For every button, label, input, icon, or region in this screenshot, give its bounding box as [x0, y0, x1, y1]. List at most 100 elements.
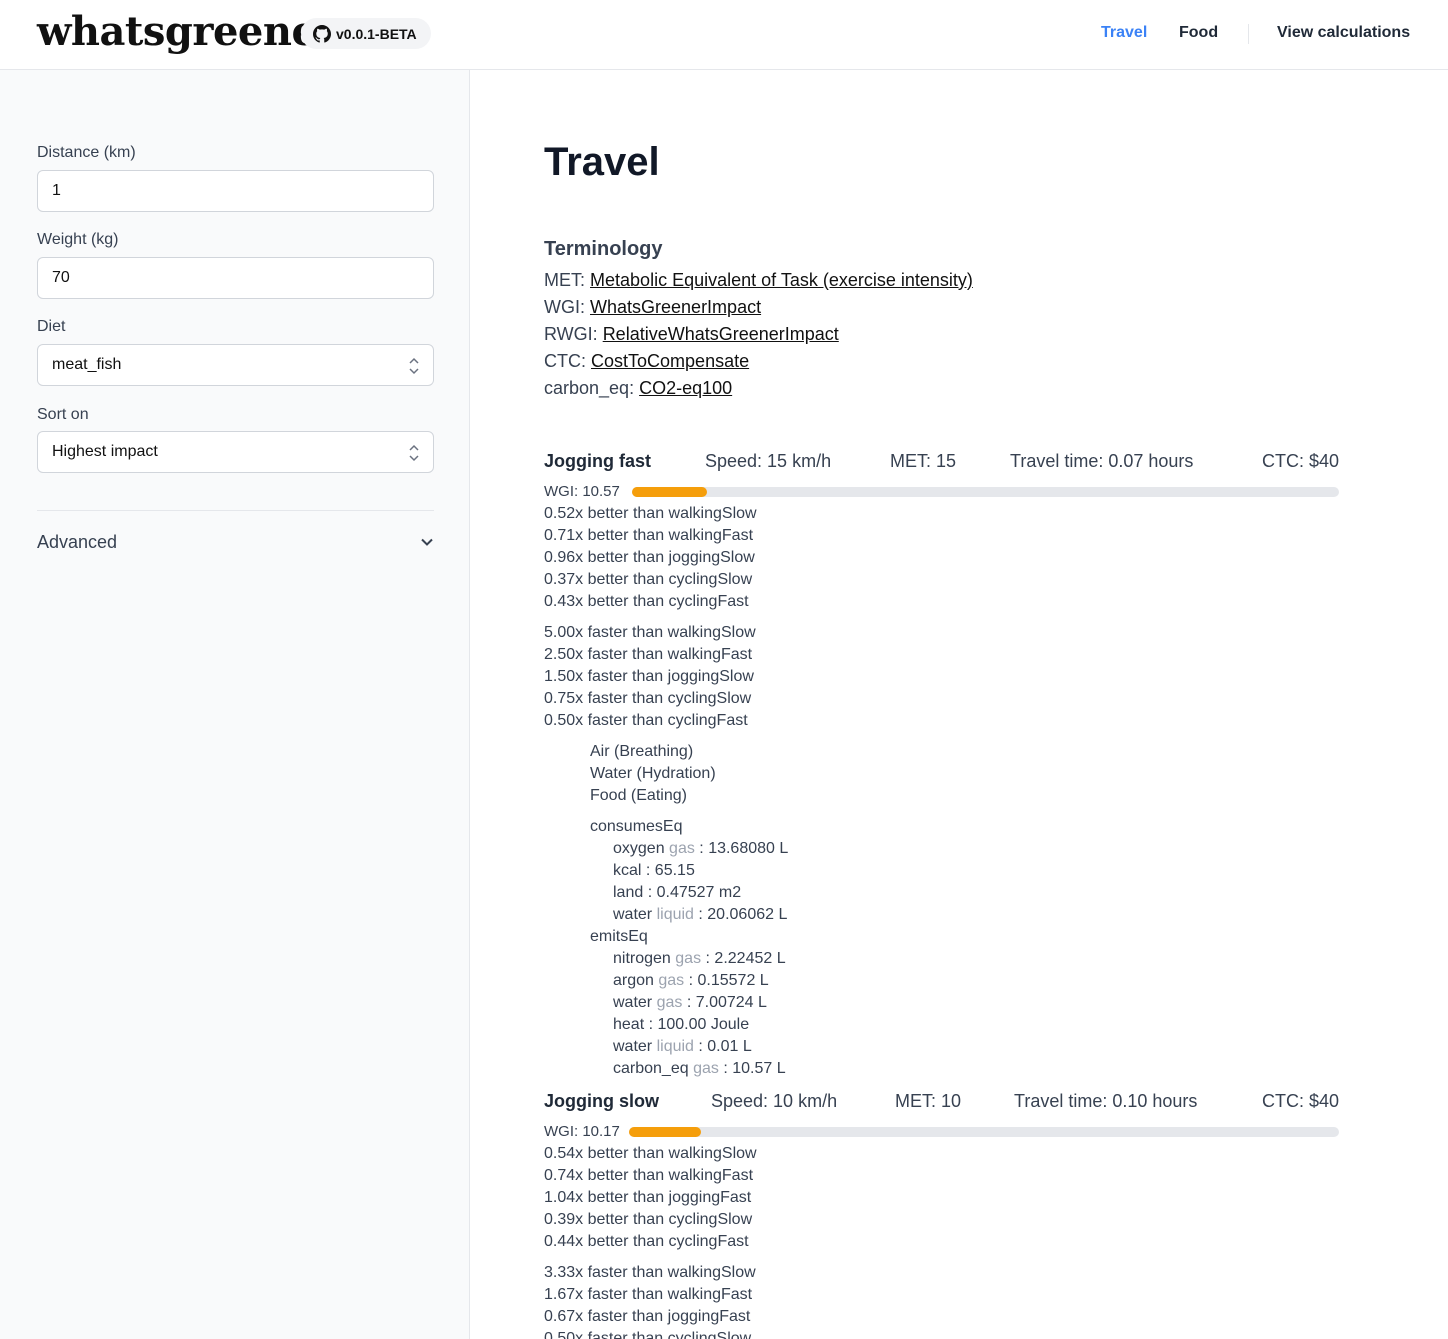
faster-item: 0.50x faster than cyclingSlow [544, 1330, 752, 1339]
consumes-item: kcal : 65.15 [613, 862, 695, 879]
faster-list: 3.33x faster than walkingSlow 1.67x fast… [544, 1262, 1339, 1339]
term-key: carbon_eq: [544, 378, 635, 398]
distance-label: Distance (km) [37, 144, 136, 161]
faster-item: 3.33x faster than walkingSlow [544, 1264, 756, 1281]
better-item: 0.39x better than cyclingSlow [544, 1211, 753, 1228]
better-item: 0.71x better than walkingFast [544, 527, 754, 544]
faster-list: 5.00x faster than walkingSlow 2.50x fast… [544, 622, 1339, 732]
card-travel-time: Travel time: 0.10 hours [1014, 1091, 1198, 1111]
emits-item: heat : 100.00 Joule [613, 1016, 750, 1033]
advanced-toggle[interactable]: Advanced [37, 532, 117, 553]
better-list: 0.54x better than walkingSlow 0.74x bett… [544, 1143, 1339, 1253]
nav-view-calculations[interactable]: View calculations [1277, 24, 1410, 42]
diet-label: Diet [37, 318, 66, 335]
top-header: whatsgreener v0.0.1-BETA Travel Food Vie… [0, 0, 1448, 70]
wgi-row: WGI: 10.57 [544, 481, 1339, 503]
sidebar-divider [37, 510, 434, 511]
better-item: 0.37x better than cyclingSlow [544, 571, 753, 588]
wgi-bar-fill [629, 1127, 702, 1137]
faster-item: 1.67x faster than walkingFast [544, 1286, 753, 1303]
sort-select[interactable]: Highest impact [37, 431, 434, 473]
select-arrows-icon [409, 444, 419, 462]
term-link-wgi[interactable]: WhatsGreenerImpact [590, 297, 761, 317]
card-name: Jogging slow [544, 1091, 659, 1111]
faster-item: 5.00x faster than walkingSlow [544, 624, 756, 641]
better-list: 0.52x better than walkingSlow 0.71x bett… [544, 503, 1339, 613]
sort-selected-value: Highest impact [52, 443, 158, 460]
weight-label: Weight (kg) [37, 231, 119, 248]
wgi-bar [629, 1127, 1339, 1137]
emits-item: water liquid : 0.01 L [613, 1038, 752, 1055]
github-icon [313, 24, 331, 43]
source-item: Air (Breathing) [590, 743, 694, 760]
diet-select[interactable]: meat_fish [37, 344, 434, 386]
term-met: MET: Metabolic Equivalent of Task (exerc… [544, 270, 973, 291]
better-item: 0.96x better than joggingSlow [544, 549, 755, 566]
term-ctc: CTC: CostToCompensate [544, 351, 749, 372]
sources-list: Air (Breathing) Water (Hydration) Food (… [544, 741, 1339, 807]
card-met: MET: 10 [895, 1091, 962, 1111]
distance-input[interactable]: 1 [37, 170, 434, 212]
faster-item: 1.50x faster than joggingSlow [544, 668, 754, 685]
term-key: WGI: [544, 297, 585, 317]
card-speed: Speed: 10 km/h [711, 1091, 838, 1111]
diet-selected-value: meat_fish [52, 356, 122, 373]
term-wgi: WGI: WhatsGreenerImpact [544, 297, 761, 318]
term-link-ctc[interactable]: CostToCompensate [591, 351, 749, 371]
version-label: v0.0.1-BETA [336, 25, 417, 42]
term-carbon-eq: carbon_eq: CO2-eq100 [544, 378, 732, 399]
card-met: MET: 15 [890, 451, 957, 471]
wgi-label: WGI: 10.57 [544, 483, 620, 500]
app-logo[interactable]: whatsgreener [37, 8, 337, 55]
wgi-bar-fill [632, 487, 707, 497]
main-content: Travel Terminology MET: Metabolic Equiva… [471, 70, 1448, 1339]
faster-item: 2.50x faster than walkingFast [544, 646, 753, 663]
card-ctc: CTC: $40 [1261, 451, 1339, 471]
term-link-carbon-eq[interactable]: CO2-eq100 [639, 378, 732, 398]
select-arrows-icon [409, 357, 419, 375]
better-item: 0.52x better than walkingSlow [544, 505, 757, 522]
card-speed: Speed: 15 km/h [705, 451, 832, 471]
consumes-item: water liquid : 20.06062 L [613, 906, 788, 923]
faster-item: 0.67x faster than joggingFast [544, 1308, 751, 1325]
sort-label: Sort on [37, 406, 89, 423]
better-item: 1.04x better than joggingFast [544, 1189, 752, 1206]
version-badge[interactable]: v0.0.1-BETA [301, 18, 431, 49]
emits-item: water gas : 7.00724 L [613, 994, 767, 1011]
term-link-met[interactable]: Metabolic Equivalent of Task (exercise i… [590, 270, 973, 290]
travel-card-jogging-slow: Jogging slow Speed: 10 km/h MET: 10 Trav… [544, 1091, 1339, 1339]
faster-item: 0.75x faster than cyclingSlow [544, 690, 752, 707]
term-rwgi: RWGI: RelativeWhatsGreenerImpact [544, 324, 839, 345]
term-key: MET: [544, 270, 586, 290]
equivalents-list: consumesEq oxygen gas : 13.68080 L kcal … [544, 816, 1339, 1080]
better-item: 0.74x better than walkingFast [544, 1167, 754, 1184]
card-header: Jogging slow Speed: 10 km/h MET: 10 Trav… [544, 1091, 1339, 1117]
term-key: RWGI: [544, 324, 598, 344]
emits-item: nitrogen gas : 2.22452 L [613, 950, 786, 967]
travel-card-jogging-fast: Jogging fast Speed: 15 km/h MET: 15 Trav… [544, 451, 1339, 1080]
nav-travel[interactable]: Travel [1101, 24, 1147, 42]
nav-divider [1248, 24, 1249, 44]
emits-item: carbon_eq gas : 10.57 L [613, 1060, 786, 1077]
terminology-title: Terminology [544, 238, 663, 260]
wgi-row: WGI: 10.17 [544, 1121, 1339, 1143]
better-item: 0.54x better than walkingSlow [544, 1145, 757, 1162]
consumes-item: land : 0.47527 m2 [613, 884, 742, 901]
term-link-rwgi[interactable]: RelativeWhatsGreenerImpact [603, 324, 839, 344]
weight-input[interactable]: 70 [37, 257, 434, 299]
settings-sidebar: Distance (km) 1 Weight (kg) 70 Diet meat… [0, 70, 470, 1339]
better-item: 0.44x better than cyclingFast [544, 1233, 749, 1250]
card-header: Jogging fast Speed: 15 km/h MET: 15 Trav… [544, 451, 1339, 477]
wgi-label: WGI: 10.17 [544, 1123, 620, 1140]
better-item: 0.43x better than cyclingFast [544, 593, 749, 610]
consumes-item: oxygen gas : 13.68080 L [613, 840, 789, 857]
wgi-bar [632, 487, 1339, 497]
chevron-down-icon[interactable] [420, 535, 434, 549]
nav-food[interactable]: Food [1179, 24, 1218, 42]
consumes-heading: consumesEq [590, 818, 683, 835]
card-ctc: CTC: $40 [1261, 1091, 1339, 1111]
emits-heading: emitsEq [590, 928, 648, 945]
faster-item: 0.50x faster than cyclingFast [544, 712, 748, 729]
emits-item: argon gas : 0.15572 L [613, 972, 769, 989]
card-name: Jogging fast [544, 451, 651, 471]
